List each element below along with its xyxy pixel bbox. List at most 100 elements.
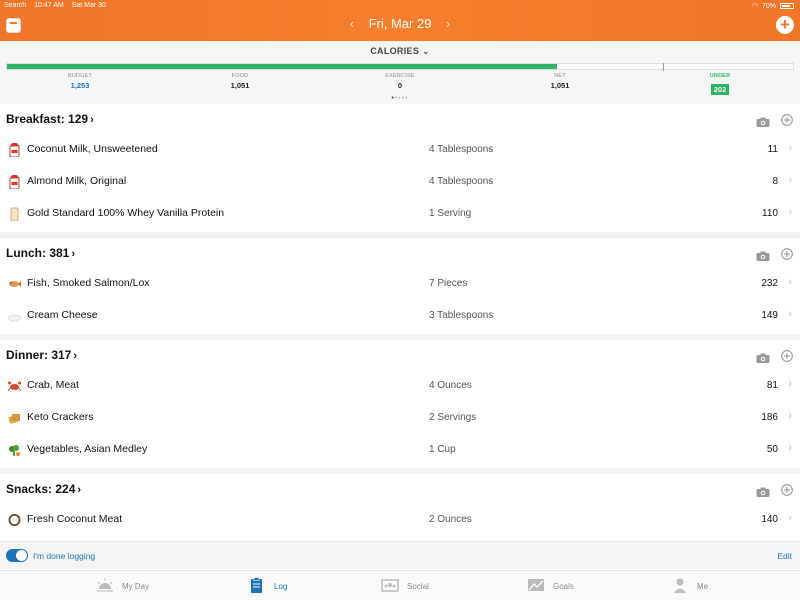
food-row[interactable]: Crab, Meat 4 Ounces 81 › xyxy=(0,370,800,402)
meal-title[interactable]: Dinner: 317 › xyxy=(6,348,77,362)
meal-title[interactable]: Breakfast: 129 › xyxy=(6,112,94,126)
social-icon xyxy=(381,579,399,592)
chevron-right-icon: › xyxy=(788,378,792,390)
camera-icon[interactable] xyxy=(756,350,770,363)
stat-net: NET 1,051 xyxy=(550,73,570,90)
vegetables-icon xyxy=(8,443,21,457)
logging-bar: I'm done logging Edit xyxy=(0,541,800,569)
stat-food: FOOD 1,051 xyxy=(230,73,250,90)
chevron-right-icon: › xyxy=(788,206,792,218)
chevron-right-icon: › xyxy=(788,512,792,524)
progress-fill xyxy=(7,64,558,69)
done-logging-label: I'm done logging xyxy=(33,551,96,561)
food-row[interactable]: Coconut Milk, Unsweetened 4 Tablespoons 11… xyxy=(0,134,800,166)
food-name: Crab, Meat xyxy=(27,379,79,391)
add-food-icon[interactable] xyxy=(781,113,793,126)
chevron-right-icon: › xyxy=(788,174,792,186)
fish-icon xyxy=(8,277,21,291)
crackers-icon xyxy=(8,411,21,425)
status-date: Sat Mar 30 xyxy=(71,2,106,9)
chevron-down-icon: ⌄ xyxy=(421,46,430,56)
meal-header: Lunch: 381 › xyxy=(0,238,800,268)
food-row[interactable]: Keto Crackers 2 Servings 186 › xyxy=(0,402,800,434)
food-row[interactable]: Fresh Coconut Meat 2 Ounces 140 › xyxy=(0,504,800,536)
food-calories: 232 xyxy=(761,278,778,289)
wifi-icon: ◠ xyxy=(751,3,758,10)
meal-header: Dinner: 317 › xyxy=(0,340,800,370)
food-quantity: 4 Ounces xyxy=(429,380,472,391)
food-row[interactable]: Cream Cheese 3 Tablespoons 149 › xyxy=(0,300,800,332)
budget-marker xyxy=(663,63,664,71)
food-quantity: 2 Servings xyxy=(429,412,477,423)
status-time: 10:47 AM xyxy=(34,2,64,9)
camera-icon[interactable] xyxy=(756,114,770,127)
food-quantity: 7 Pieces xyxy=(429,278,468,289)
food-quantity: 1 Cup xyxy=(429,444,456,455)
person-icon xyxy=(674,578,686,593)
food-calories: 149 xyxy=(761,310,778,321)
food-calories: 11 xyxy=(767,144,778,155)
calorie-summary: CALORIES ⌄ BUDGET 1,253 FOOD 1,051 EXERC… xyxy=(0,41,800,104)
add-food-icon[interactable] xyxy=(781,483,793,496)
current-date[interactable]: Fri, Mar 29 xyxy=(369,16,432,31)
food-calories: 8 xyxy=(772,176,778,187)
food-name: Cream Cheese xyxy=(27,309,98,321)
carton-icon xyxy=(8,143,21,158)
chevron-right-icon: › xyxy=(788,442,792,454)
food-row[interactable]: Fish, Smoked Salmon/Lox 7 Pieces 232 › xyxy=(0,268,800,300)
food-calories: 50 xyxy=(766,444,778,455)
chevron-right-icon: › xyxy=(73,350,78,362)
glass-icon xyxy=(8,207,21,222)
add-food-icon[interactable] xyxy=(781,247,793,260)
chevron-right-icon: › xyxy=(71,248,76,260)
carton-icon xyxy=(8,175,21,190)
app-header: Search 10:47 AM Sat Mar 30 ◠ 70% ‹ Fri, … xyxy=(0,0,800,41)
chevron-right-icon: › xyxy=(90,114,94,126)
calorie-stats: BUDGET 1,253 FOOD 1,051 EXERCISE 0 NET 1… xyxy=(0,73,800,95)
cheese-icon xyxy=(8,309,21,323)
stat-under: UNDER 202 xyxy=(709,73,731,95)
food-calories: 81 xyxy=(766,380,778,391)
battery-percent: 70% xyxy=(761,2,776,10)
prev-day-button[interactable]: ‹ xyxy=(339,16,365,31)
food-quantity: 3 Tablespoons xyxy=(429,310,494,321)
battery-icon xyxy=(780,3,794,9)
chevron-right-icon: › xyxy=(788,410,792,422)
summary-title[interactable]: CALORIES ⌄ xyxy=(0,46,800,57)
meal-header: Breakfast: 129 › xyxy=(0,104,800,134)
food-name: Vegetables, Asian Medley xyxy=(27,443,148,455)
date-navigator: ‹ Fri, Mar 29 › xyxy=(0,16,800,31)
food-name: Keto Crackers xyxy=(27,411,94,423)
goals-icon xyxy=(528,579,544,591)
meal-title[interactable]: Snacks: 224 › xyxy=(6,482,81,496)
clipboard-icon xyxy=(251,577,262,593)
stat-exercise: EXERCISE 0 xyxy=(385,73,415,90)
page-indicator[interactable]: ••••• xyxy=(0,95,800,102)
calorie-progress-bar xyxy=(6,63,794,71)
chevron-right-icon: › xyxy=(788,142,792,154)
food-quantity: 4 Tablespoons xyxy=(429,144,494,155)
next-day-button[interactable]: › xyxy=(435,16,461,31)
food-row[interactable]: Gold Standard 100% Whey Vanilla Protein 1… xyxy=(0,198,800,230)
stat-budget: BUDGET 1,253 xyxy=(67,73,93,90)
camera-icon[interactable] xyxy=(756,484,770,497)
chevron-right-icon: › xyxy=(788,276,792,288)
coconut-icon xyxy=(8,513,21,527)
done-logging-toggle[interactable] xyxy=(6,549,28,562)
add-entry-button[interactable]: + xyxy=(776,16,794,34)
food-name: Gold Standard 100% Whey Vanilla Protein xyxy=(27,207,225,219)
food-row[interactable]: Vegetables, Asian Medley 1 Cup 50 › xyxy=(0,434,800,466)
food-quantity: 4 Tablespoons xyxy=(429,176,494,187)
food-name: Almond Milk, Original xyxy=(27,175,127,187)
camera-icon[interactable] xyxy=(756,248,770,261)
sun-icon xyxy=(97,578,113,592)
add-food-icon[interactable] xyxy=(781,349,793,362)
chevron-right-icon: › xyxy=(788,308,792,320)
food-calories: 140 xyxy=(761,514,778,525)
meal-title[interactable]: Lunch: 381 › xyxy=(6,246,75,260)
edit-button[interactable]: Edit xyxy=(777,551,792,561)
food-row[interactable]: Almond Milk, Original 4 Tablespoons 8 › xyxy=(0,166,800,198)
tab-bar: My Day Log Social Goals Me xyxy=(0,570,800,600)
food-quantity: 2 Ounces xyxy=(429,514,472,525)
status-back-search[interactable]: Search xyxy=(4,2,26,9)
